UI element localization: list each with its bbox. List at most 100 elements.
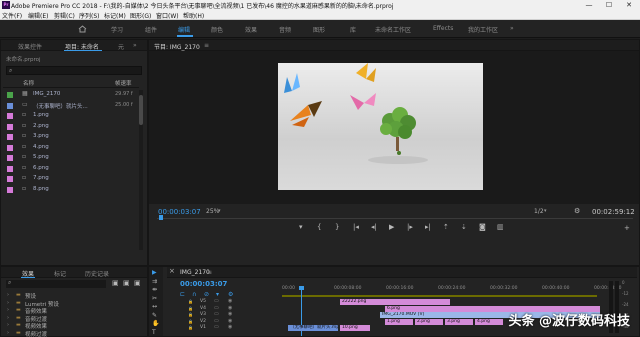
- menu-graphics[interactable]: 图形(G): [130, 11, 151, 20]
- timeline-clip[interactable]: 22222.png: [340, 299, 450, 305]
- toggle-sync-icon[interactable]: ▭: [214, 311, 219, 317]
- label-color-swatch[interactable]: [7, 186, 13, 193]
- settings-icon[interactable]: ⚙: [574, 207, 580, 215]
- timeline-clip[interactable]: 4.png: [475, 318, 503, 325]
- list-item[interactable]: ▫ 6.png: [7, 164, 137, 174]
- go-out-icon[interactable]: ▸|: [425, 223, 431, 231]
- workspace-assembly[interactable]: 组件: [145, 25, 157, 34]
- lock-icon[interactable]: 🔒: [188, 319, 193, 324]
- label-color-swatch[interactable]: [7, 123, 13, 130]
- program-menu-icon[interactable]: ≡: [204, 42, 209, 49]
- playhead-handle[interactable]: [299, 286, 304, 290]
- tab-metadata[interactable]: 元: [118, 42, 124, 51]
- tab-history[interactable]: 历史记录: [85, 269, 109, 278]
- play-icon[interactable]: ▶: [389, 223, 394, 231]
- project-scrollbar[interactable]: [139, 90, 143, 250]
- list-item[interactable]: ▦ IMG_2170 29.97 f: [7, 90, 137, 100]
- lock-icon[interactable]: 🔒: [188, 312, 193, 317]
- label-color-swatch[interactable]: [7, 102, 13, 109]
- label-color-swatch[interactable]: [7, 165, 13, 172]
- effects-folder[interactable]: › ▬ 视频过渡: [7, 330, 137, 337]
- label-color-swatch[interactable]: [7, 134, 13, 140]
- tab-sequence[interactable]: IMG_2170: [180, 269, 210, 276]
- list-item[interactable]: ▫ 2.png: [7, 122, 137, 132]
- in-icon[interactable]: {: [317, 223, 321, 231]
- workspace-effects[interactable]: 效果: [245, 25, 257, 34]
- insert-sequence-icon[interactable]: ⊏: [180, 291, 185, 298]
- snap-icon[interactable]: ∩: [192, 291, 196, 298]
- label-color-swatch[interactable]: [7, 144, 13, 151]
- panel-more[interactable]: »: [133, 42, 137, 49]
- menu-edit[interactable]: 编辑(E): [28, 11, 48, 20]
- eye-icon[interactable]: ◉: [228, 324, 232, 330]
- hand-tool-icon[interactable]: ✋: [152, 320, 159, 327]
- program-monitor-title[interactable]: 节目: IMG_2170: [154, 42, 200, 51]
- workspace-libraries[interactable]: 库: [350, 25, 356, 34]
- list-item[interactable]: ▫ 1.png: [7, 111, 137, 121]
- close-icon[interactable]: ×: [169, 267, 175, 275]
- eye-icon[interactable]: ◉: [228, 311, 232, 317]
- workspace-graphics[interactable]: 图形: [313, 25, 325, 34]
- type-tool-icon[interactable]: T: [152, 329, 156, 336]
- menu-marker[interactable]: 标记(M): [104, 11, 126, 20]
- selection-tool-icon[interactable]: ▶: [152, 269, 157, 276]
- lock-icon[interactable]: 🔒: [188, 306, 193, 311]
- workspace-untitled[interactable]: 未命名工作区: [375, 25, 411, 34]
- timeline-clip[interactable]: 1.png: [385, 318, 413, 325]
- timeline-clip[interactable]: （无事聊吧）就片头.mp4: [288, 325, 338, 332]
- add-button-icon[interactable]: +: [624, 224, 630, 232]
- tab-markers[interactable]: 标记: [54, 269, 66, 278]
- ripple-edit-icon[interactable]: ⇹: [152, 286, 157, 293]
- track-select-icon[interactable]: ⇉: [152, 278, 157, 285]
- minimize-button[interactable]: —: [579, 0, 599, 10]
- eye-icon[interactable]: ◉: [228, 298, 232, 304]
- yuv-effects-icon[interactable]: ▣: [134, 279, 141, 287]
- toggle-sync-icon[interactable]: ▭: [214, 298, 219, 304]
- timeline-timecode[interactable]: 00:00:03:07: [180, 280, 227, 288]
- playhead-marker[interactable]: [159, 215, 163, 220]
- timeline-clip[interactable]: 2.png: [415, 318, 443, 325]
- column-fps[interactable]: 帧速率: [115, 79, 132, 87]
- timeline-clip[interactable]: 3.png: [445, 318, 473, 325]
- home-icon[interactable]: [78, 25, 87, 33]
- compare-icon[interactable]: ▥: [497, 223, 504, 231]
- menu-sequence[interactable]: 序列(S): [79, 11, 100, 20]
- list-item[interactable]: ▫ 8.png: [7, 185, 137, 195]
- timeline-menu-icon[interactable]: ≡: [207, 269, 212, 276]
- workspace-effects-en[interactable]: Effects: [433, 25, 453, 32]
- effects-folder[interactable]: › ▬ 音频过渡: [7, 315, 137, 323]
- list-item[interactable]: ▫ 5.png: [7, 153, 137, 163]
- add-marker-icon[interactable]: ▾: [216, 291, 219, 298]
- accelerated-effects-icon[interactable]: ▣: [112, 279, 119, 287]
- project-search-input[interactable]: ⌕: [6, 66, 142, 75]
- scrub-bar[interactable]: [157, 218, 633, 219]
- lift-icon[interactable]: ⇡: [443, 223, 449, 231]
- list-item[interactable]: ▫ 7.png: [7, 174, 137, 184]
- lock-icon[interactable]: 🔒: [188, 325, 193, 330]
- eye-icon[interactable]: ◉: [228, 318, 232, 324]
- list-item[interactable]: ▭ （无事聊吧）就片头... 25.00 f: [7, 101, 137, 111]
- marker-icon[interactable]: ▾: [299, 223, 303, 231]
- step-fwd-icon[interactable]: |▸: [407, 223, 413, 231]
- step-back-icon[interactable]: ◂|: [371, 223, 377, 231]
- effects-folder[interactable]: › ▬ Lumetri 预设: [7, 300, 137, 308]
- effects-folder[interactable]: › ▬ 预设: [7, 292, 137, 300]
- effects-search-input[interactable]: ⌕: [6, 279, 106, 288]
- timeline-clip[interactable]: 10.png: [340, 325, 370, 332]
- extract-icon[interactable]: ⇣: [461, 223, 467, 231]
- menu-clip[interactable]: 剪辑(C): [54, 11, 75, 20]
- playhead-timecode[interactable]: 00:00:03:07: [158, 208, 201, 216]
- camera-icon[interactable]: ◙: [479, 223, 486, 231]
- toggle-sync-icon[interactable]: ▭: [214, 305, 219, 311]
- go-in-icon[interactable]: |◂: [353, 223, 359, 231]
- toggle-sync-icon[interactable]: ▭: [214, 318, 219, 324]
- menu-window[interactable]: 窗口(W): [156, 11, 179, 20]
- pen-tool-icon[interactable]: ✎: [152, 312, 157, 319]
- tab-effect-controls[interactable]: 效果控件: [18, 42, 42, 51]
- lock-icon[interactable]: 🔒: [188, 299, 193, 304]
- maximize-button[interactable]: ☐: [599, 0, 619, 10]
- menu-help[interactable]: 帮助(H): [183, 11, 204, 20]
- toggle-sync-icon[interactable]: ▭: [214, 324, 219, 330]
- column-name[interactable]: 名称: [23, 79, 34, 87]
- workspace-learn[interactable]: 学习: [111, 25, 123, 34]
